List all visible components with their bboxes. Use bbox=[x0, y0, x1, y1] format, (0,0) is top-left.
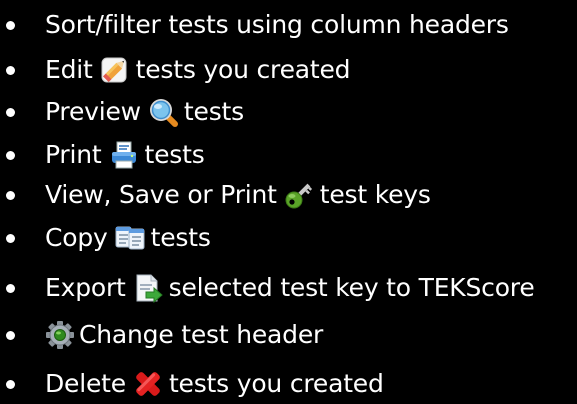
list-item-export: Export selected test key to TEKScore bbox=[0, 268, 577, 308]
item-text-after: selected test key to TEKScore bbox=[168, 273, 535, 302]
list-item-test-keys: View, Save or Print test keys bbox=[0, 175, 577, 215]
bullet bbox=[6, 191, 15, 200]
printer-icon bbox=[109, 140, 139, 170]
item-text: Sort/filter tests using column headers bbox=[45, 10, 509, 39]
bullet bbox=[6, 380, 15, 389]
gear-icon bbox=[45, 320, 75, 350]
edit-pencil-icon bbox=[100, 55, 130, 85]
item-text-after: tests you created bbox=[168, 369, 384, 398]
export-document-icon bbox=[133, 273, 163, 303]
list-item-edit: Edit tests you created bbox=[0, 50, 577, 90]
bullet bbox=[6, 331, 15, 340]
item-text: Copy bbox=[45, 223, 108, 252]
item-text-after: tests bbox=[183, 97, 244, 126]
copy-documents-icon bbox=[115, 223, 145, 253]
item-text: Export bbox=[45, 273, 126, 302]
item-text-after: tests bbox=[150, 223, 211, 252]
bullet bbox=[6, 151, 15, 160]
item-text: Delete bbox=[45, 369, 126, 398]
bullet bbox=[6, 21, 15, 30]
item-text: Change test header bbox=[79, 320, 324, 349]
item-text: Edit bbox=[45, 55, 93, 84]
item-text-after: test keys bbox=[319, 180, 431, 209]
item-text-after: tests you created bbox=[135, 55, 351, 84]
key-icon bbox=[284, 180, 314, 210]
list-item-change-header: Change test header bbox=[0, 315, 577, 355]
bullet bbox=[6, 234, 15, 243]
delete-x-icon bbox=[133, 369, 163, 399]
item-text: Preview bbox=[45, 97, 141, 126]
list-item-copy: Copy tests bbox=[0, 218, 577, 258]
magnifier-icon bbox=[148, 97, 178, 127]
bullet bbox=[6, 108, 15, 117]
list-item-print: Print tests bbox=[0, 135, 577, 175]
item-text: Print bbox=[45, 140, 102, 169]
list-item-sort-filter: Sort/filter tests using column headers bbox=[0, 5, 577, 45]
item-text-after: tests bbox=[144, 140, 205, 169]
bullet bbox=[6, 66, 15, 75]
bullet bbox=[6, 284, 15, 293]
list-item-delete: Delete tests you created bbox=[0, 364, 577, 404]
item-text: View, Save or Print bbox=[45, 180, 277, 209]
list-item-preview: Preview tests bbox=[0, 92, 577, 132]
